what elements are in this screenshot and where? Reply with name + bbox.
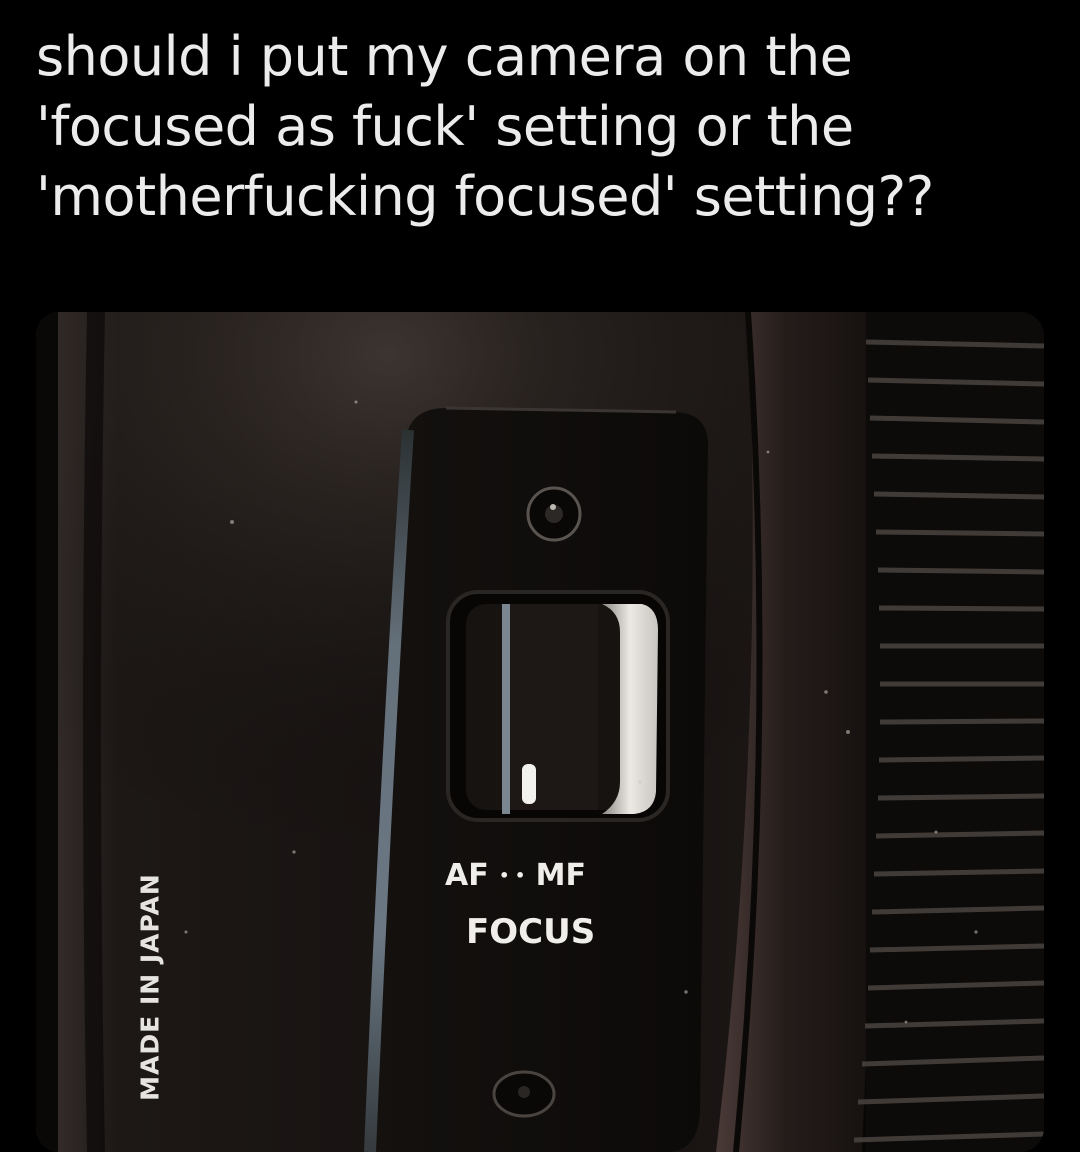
switch-separator: • •: [499, 866, 526, 885]
caption-line-2: 'focused as fuck' setting or the: [36, 95, 854, 158]
made-in-japan-label: MADE IN JAPAN: [135, 873, 165, 1101]
af-mf-label: AF • • MF: [445, 858, 586, 893]
mf-label: MF: [535, 858, 587, 893]
caption-line-3: 'motherfucking focused' setting??: [36, 165, 934, 228]
lens-photo[interactable]: MADE IN JAPAN: [36, 312, 1044, 1152]
caption-line-1: should i put my camera on the: [36, 25, 853, 88]
lens-illustration: [36, 312, 1044, 1152]
screw-top: [526, 486, 582, 542]
screw-bottom: [492, 1070, 556, 1118]
post-caption: should i put my camera on the 'focused a…: [36, 22, 1046, 232]
af-label: AF: [445, 858, 489, 893]
focus-label: FOCUS: [466, 912, 596, 952]
